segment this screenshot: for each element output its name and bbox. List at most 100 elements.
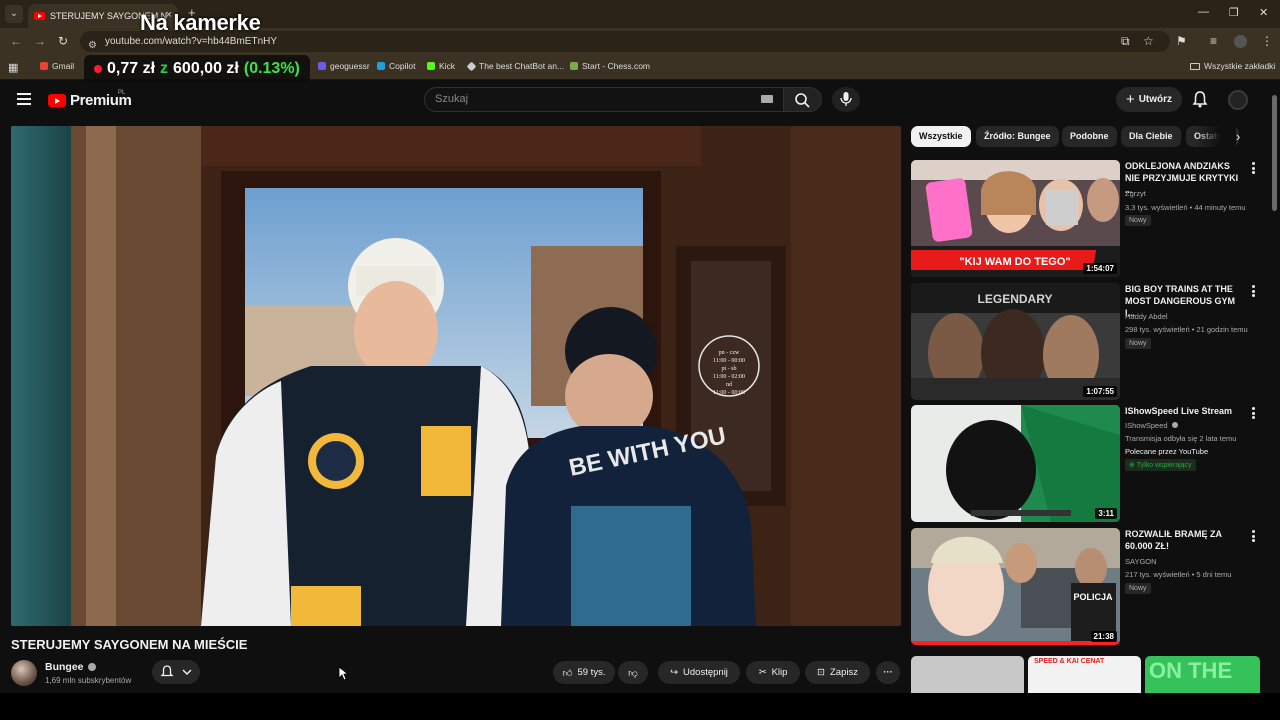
bell-icon xyxy=(1192,91,1208,108)
plus-icon: + xyxy=(1125,91,1135,108)
create-button[interactable]: + Utwórz xyxy=(1116,87,1182,112)
recommendation-channel[interactable]: IShowSpeed xyxy=(1125,421,1178,430)
video-thumbnail[interactable]: LEGENDARY 1:07:55 xyxy=(911,283,1120,400)
bookmark-copilot[interactable]: Copilot xyxy=(377,61,415,71)
video-thumbnail[interactable]: "KIJ WAM DO TEGO" 1:54:07 xyxy=(911,160,1120,277)
bookmark-gmail[interactable]: Gmail xyxy=(40,61,74,71)
video-thumbnail[interactable]: 3:11 xyxy=(911,405,1120,522)
all-bookmarks-folder[interactable]: Wszystkie zakładki xyxy=(1190,61,1275,71)
verified-checkmark-icon xyxy=(87,663,96,671)
search-icon xyxy=(795,93,810,108)
clip-button[interactable]: ✂ Klip xyxy=(746,661,800,684)
more-vertical-icon[interactable] xyxy=(1252,162,1255,174)
youtube-premium-logo[interactable]: Premium PL xyxy=(48,90,132,109)
recommendation-item[interactable]: 3:11 IShowSpeed Live Stream IShowSpeed T… xyxy=(911,405,1261,523)
voice-search-button[interactable] xyxy=(832,87,860,112)
forward-button[interactable]: → xyxy=(34,34,46,48)
copilot-icon xyxy=(377,62,385,70)
goal-separator: z xyxy=(160,60,169,77)
thumbnail-caption: LEGENDARY xyxy=(978,292,1053,306)
goal-percent: (0.13%) xyxy=(243,60,300,77)
new-badge: Nowy xyxy=(1125,215,1151,226)
more-actions-button[interactable]: ··· xyxy=(876,661,900,684)
partial-thumbnail[interactable]: SPEED & KAI CENAT xyxy=(1028,656,1141,693)
recommendation-meta: 298 tys. wyświetleń • 21 godzin temu xyxy=(1125,325,1248,334)
chip-source-bungee[interactable]: Źródło: Bungee xyxy=(976,126,1059,147)
thumbnail-caption: "KIJ WAM DO TEGO" xyxy=(959,256,1070,268)
apps-grid-icon[interactable]: ▦ xyxy=(8,61,18,74)
bookmark-star-icon[interactable]: ☆ xyxy=(1143,34,1154,48)
partial-thumbnail[interactable]: ON THE xyxy=(1145,656,1260,693)
tab-search-button[interactable]: ⌄ xyxy=(5,5,23,23)
bookmark-chatbot[interactable]: The best ChatBot an... xyxy=(466,61,564,71)
partial-thumbnail[interactable] xyxy=(911,656,1024,693)
thumbnail-caption: SPEED & KAI CENAT xyxy=(1034,658,1105,665)
like-count: 59 tys. xyxy=(577,667,606,678)
recommendation-title[interactable]: ROZWALIŁ BRAMĘ ZA 60.000 ZŁ! xyxy=(1125,528,1247,552)
recommendation-meta: 3,3 tys. wyświetleń • 44 minuty temu xyxy=(1125,203,1246,212)
scrollbar-thumb[interactable] xyxy=(1272,95,1277,211)
gmail-icon xyxy=(40,62,48,70)
install-app-icon[interactable]: ⧉ xyxy=(1121,34,1130,49)
bookmark-chess[interactable]: Start - Chess.com xyxy=(570,61,650,71)
more-vertical-icon[interactable] xyxy=(1252,285,1255,297)
restore-button[interactable]: ❐ xyxy=(1229,6,1239,19)
clip-label: Klip xyxy=(771,667,788,678)
chip-similar[interactable]: Podobne xyxy=(1062,126,1117,147)
chevron-right-icon[interactable]: › xyxy=(1236,129,1240,144)
youtube-favicon-icon xyxy=(34,12,45,20)
save-label: Zapisz xyxy=(829,667,858,678)
bottom-bar xyxy=(0,693,1280,720)
chess-pawn-icon xyxy=(570,62,578,70)
channel-name[interactable]: Bungee xyxy=(45,661,96,673)
back-button[interactable]: ← xyxy=(10,34,22,48)
recommendation-title[interactable]: IShowSpeed Live Stream xyxy=(1125,405,1247,417)
more-horizontal-icon: ··· xyxy=(883,667,893,678)
recommendation-channel[interactable]: Zgrzyt xyxy=(1125,189,1146,198)
profile-avatar-icon[interactable] xyxy=(1234,35,1247,48)
menu-icon[interactable] xyxy=(17,93,31,105)
microphone-icon xyxy=(840,92,852,106)
more-vertical-icon[interactable] xyxy=(1252,530,1255,542)
video-player[interactable]: pn - czw 11:00 - 00:00 pt - sb 11:00 - 0… xyxy=(11,126,901,626)
media-controls-icon[interactable]: ≡ xyxy=(1210,34,1217,48)
share-button[interactable]: ↪ Udostępnij xyxy=(658,661,740,684)
more-vertical-icon[interactable] xyxy=(1252,407,1255,419)
scissors-icon: ✂ xyxy=(758,667,767,678)
window-sign-line: nd xyxy=(726,382,732,388)
verified-checkmark-icon xyxy=(1171,422,1178,428)
account-avatar[interactable] xyxy=(1228,90,1248,110)
goal-target: 600,00 zł xyxy=(173,60,239,77)
search-button[interactable] xyxy=(784,87,822,112)
recommendation-item[interactable]: "KIJ WAM DO TEGO" 1:54:07 ODKLEJONA ANDZ… xyxy=(911,160,1261,278)
chip-all[interactable]: Wszystkie xyxy=(911,126,971,147)
bookmark-geoguessr[interactable]: geoguessr xyxy=(318,61,370,71)
recommendation-channel[interactable]: SAYGON xyxy=(1125,557,1157,566)
search-input[interactable]: Szukaj xyxy=(424,87,784,112)
reload-button[interactable]: ↻ xyxy=(58,34,68,48)
minimize-button[interactable]: — xyxy=(1198,6,1209,18)
subscription-notifications-button[interactable] xyxy=(152,660,200,684)
video-thumbnail[interactable]: POLICJA 21:38 xyxy=(911,528,1120,645)
recommendation-item[interactable]: LEGENDARY 1:07:55 BIG BOY TRAINS AT THE … xyxy=(911,283,1261,401)
goal-current: 0,77 zł xyxy=(107,60,156,77)
close-window-button[interactable]: ✕ xyxy=(1259,6,1268,19)
bell-dropdown-icon xyxy=(160,665,192,677)
keyboard-icon[interactable] xyxy=(761,95,773,103)
extensions-icon[interactable]: ⚑ xyxy=(1176,34,1187,48)
save-button[interactable]: ⊡ Zapisz xyxy=(805,661,870,684)
browser-menu-icon[interactable]: ⋮ xyxy=(1261,34,1273,48)
notifications-button[interactable] xyxy=(1192,90,1208,113)
video-duration: 1:54:07 xyxy=(1083,263,1117,274)
dislike-button[interactable]: 👎︎ xyxy=(618,661,648,684)
search-placeholder: Szukaj xyxy=(435,93,469,105)
recommendation-item[interactable]: POLICJA 21:38 ROZWALIŁ BRAMĘ ZA 60.000 Z… xyxy=(911,528,1261,646)
recommendation-channel[interactable]: Haddy Abdel xyxy=(1125,312,1168,321)
recommendation-meta: Transmisja odbyła się 2 lata temu xyxy=(1125,434,1237,443)
youtube-logo-icon xyxy=(48,94,66,107)
bookmark-kick[interactable]: Kick xyxy=(427,61,455,71)
chip-for-you[interactable]: Dla Ciebie xyxy=(1121,126,1181,147)
like-button[interactable]: 👍︎ 59 tys. xyxy=(553,661,615,684)
site-info-icon[interactable]: ⚙ xyxy=(88,35,97,56)
channel-avatar[interactable] xyxy=(11,660,37,686)
